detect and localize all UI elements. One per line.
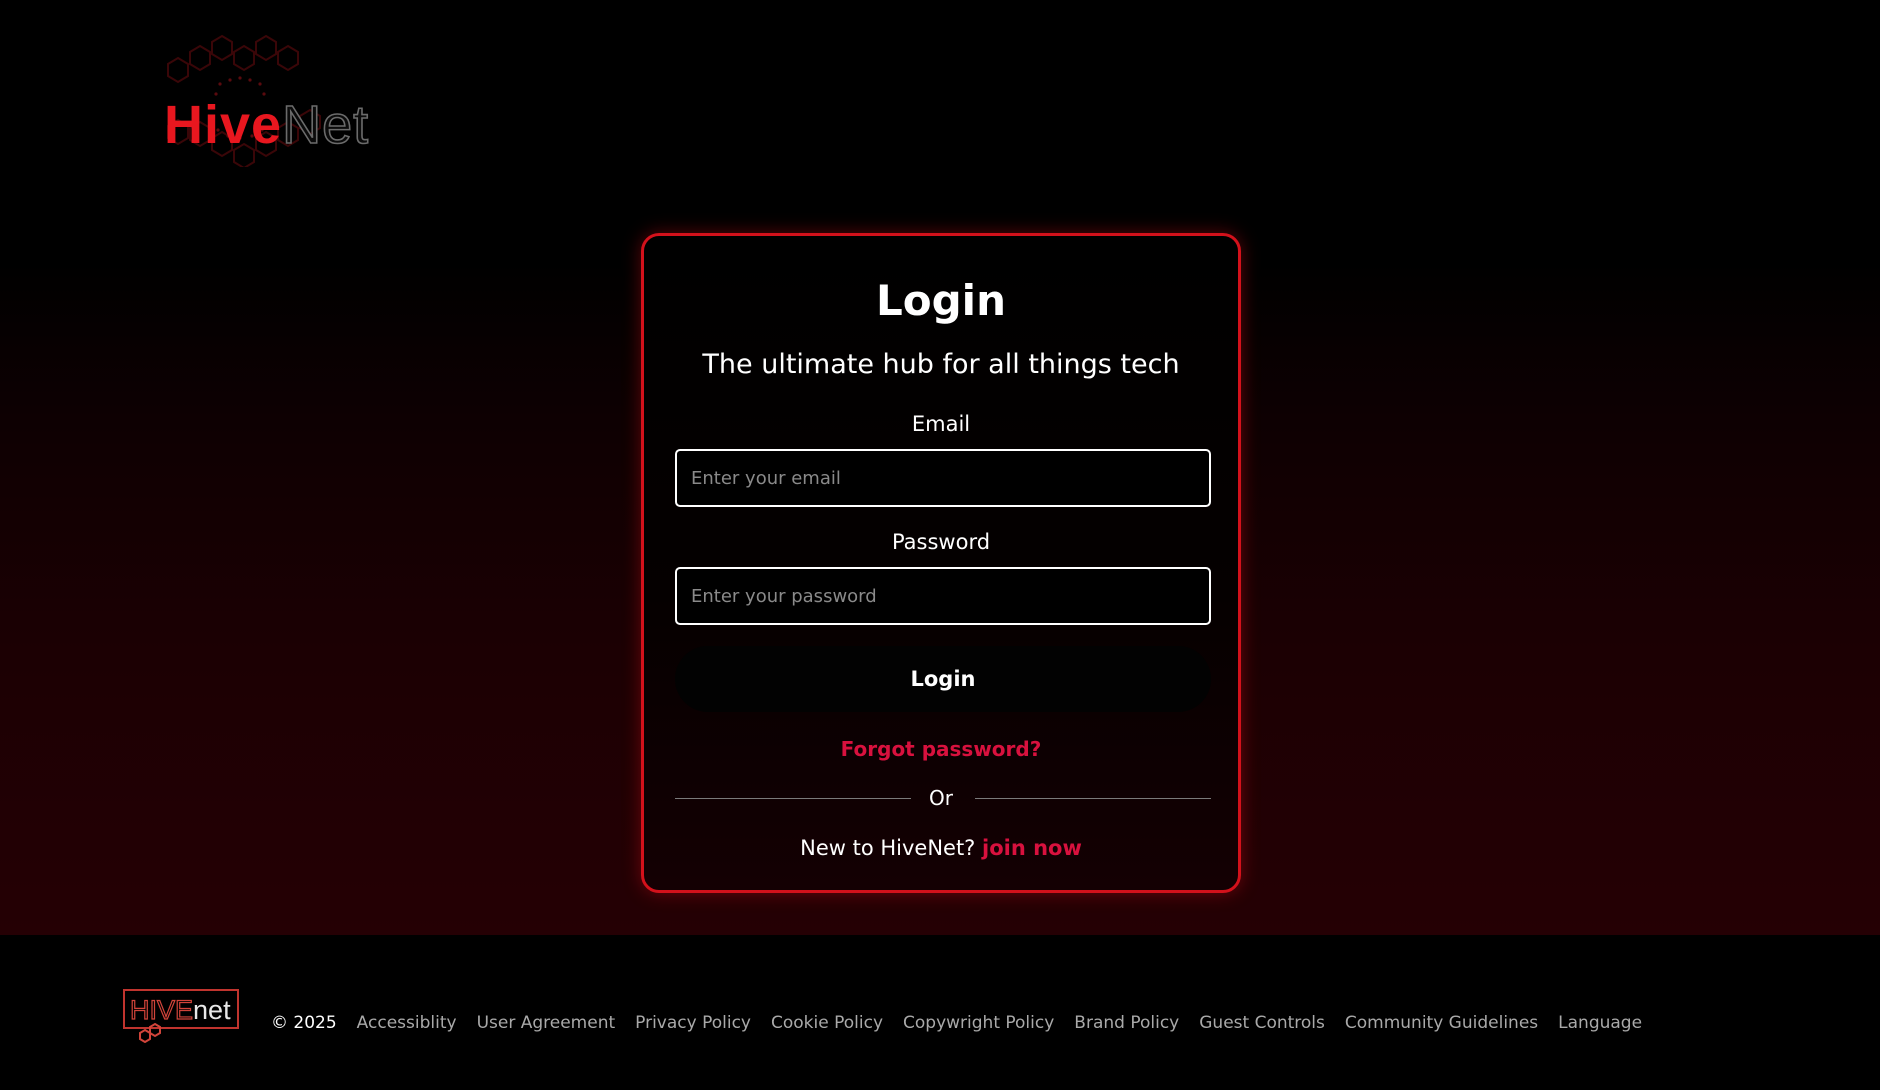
footer-link-accessibility[interactable]: Accessiblity [357,1013,457,1033]
login-card: Login The ultimate hub for all things te… [641,233,1241,893]
login-subtitle: The ultimate hub for all things tech [702,349,1180,380]
footer-links: © 2025 Accessiblity User Agreement Priva… [271,1011,1662,1035]
logo-hive-text: Hive [164,95,283,155]
footer-hexagon-icon [139,1022,161,1043]
login-button[interactable]: Login [675,646,1211,712]
footer-link-language[interactable]: Language [1558,1013,1642,1033]
password-label: Password [891,530,991,554]
footer-link-copyright-policy[interactable]: Copywright Policy [903,1013,1054,1033]
logo-net-text: Net [281,95,370,155]
password-input[interactable] [675,567,1211,625]
footer-logo-net-text: net [193,995,231,1025]
forgot-password-link[interactable]: Forgot password? [644,736,1238,762]
login-title: Login [876,276,1006,325]
join-now-link[interactable]: join now [982,836,1082,860]
hivenet-logo[interactable]: HiveNet [160,32,380,167]
signup-row: New to HiveNet? join now [644,834,1238,862]
footer-link-community-guidelines[interactable]: Community Guidelines [1345,1013,1538,1033]
copyright-text: © 2025 [271,1013,337,1033]
divider-line-right [975,798,1211,799]
footer-link-user-agreement[interactable]: User Agreement [477,1013,616,1033]
footer: HIVEnet © 2025 Accessiblity User Agreeme… [0,935,1880,1090]
hero-background: HiveNet Login The ultimate hub for all t… [0,0,1880,935]
email-input[interactable] [675,449,1211,507]
footer-link-cookie-policy[interactable]: Cookie Policy [771,1013,883,1033]
logo-wordmark: HiveNet [164,95,370,155]
footer-link-guest-controls[interactable]: Guest Controls [1199,1013,1325,1033]
footer-link-privacy-policy[interactable]: Privacy Policy [635,1013,751,1033]
email-label: Email [911,412,971,436]
footer-logo[interactable]: HIVEnet [123,989,239,1043]
signup-prompt: New to HiveNet? [800,836,976,860]
footer-link-brand-policy[interactable]: Brand Policy [1074,1013,1179,1033]
